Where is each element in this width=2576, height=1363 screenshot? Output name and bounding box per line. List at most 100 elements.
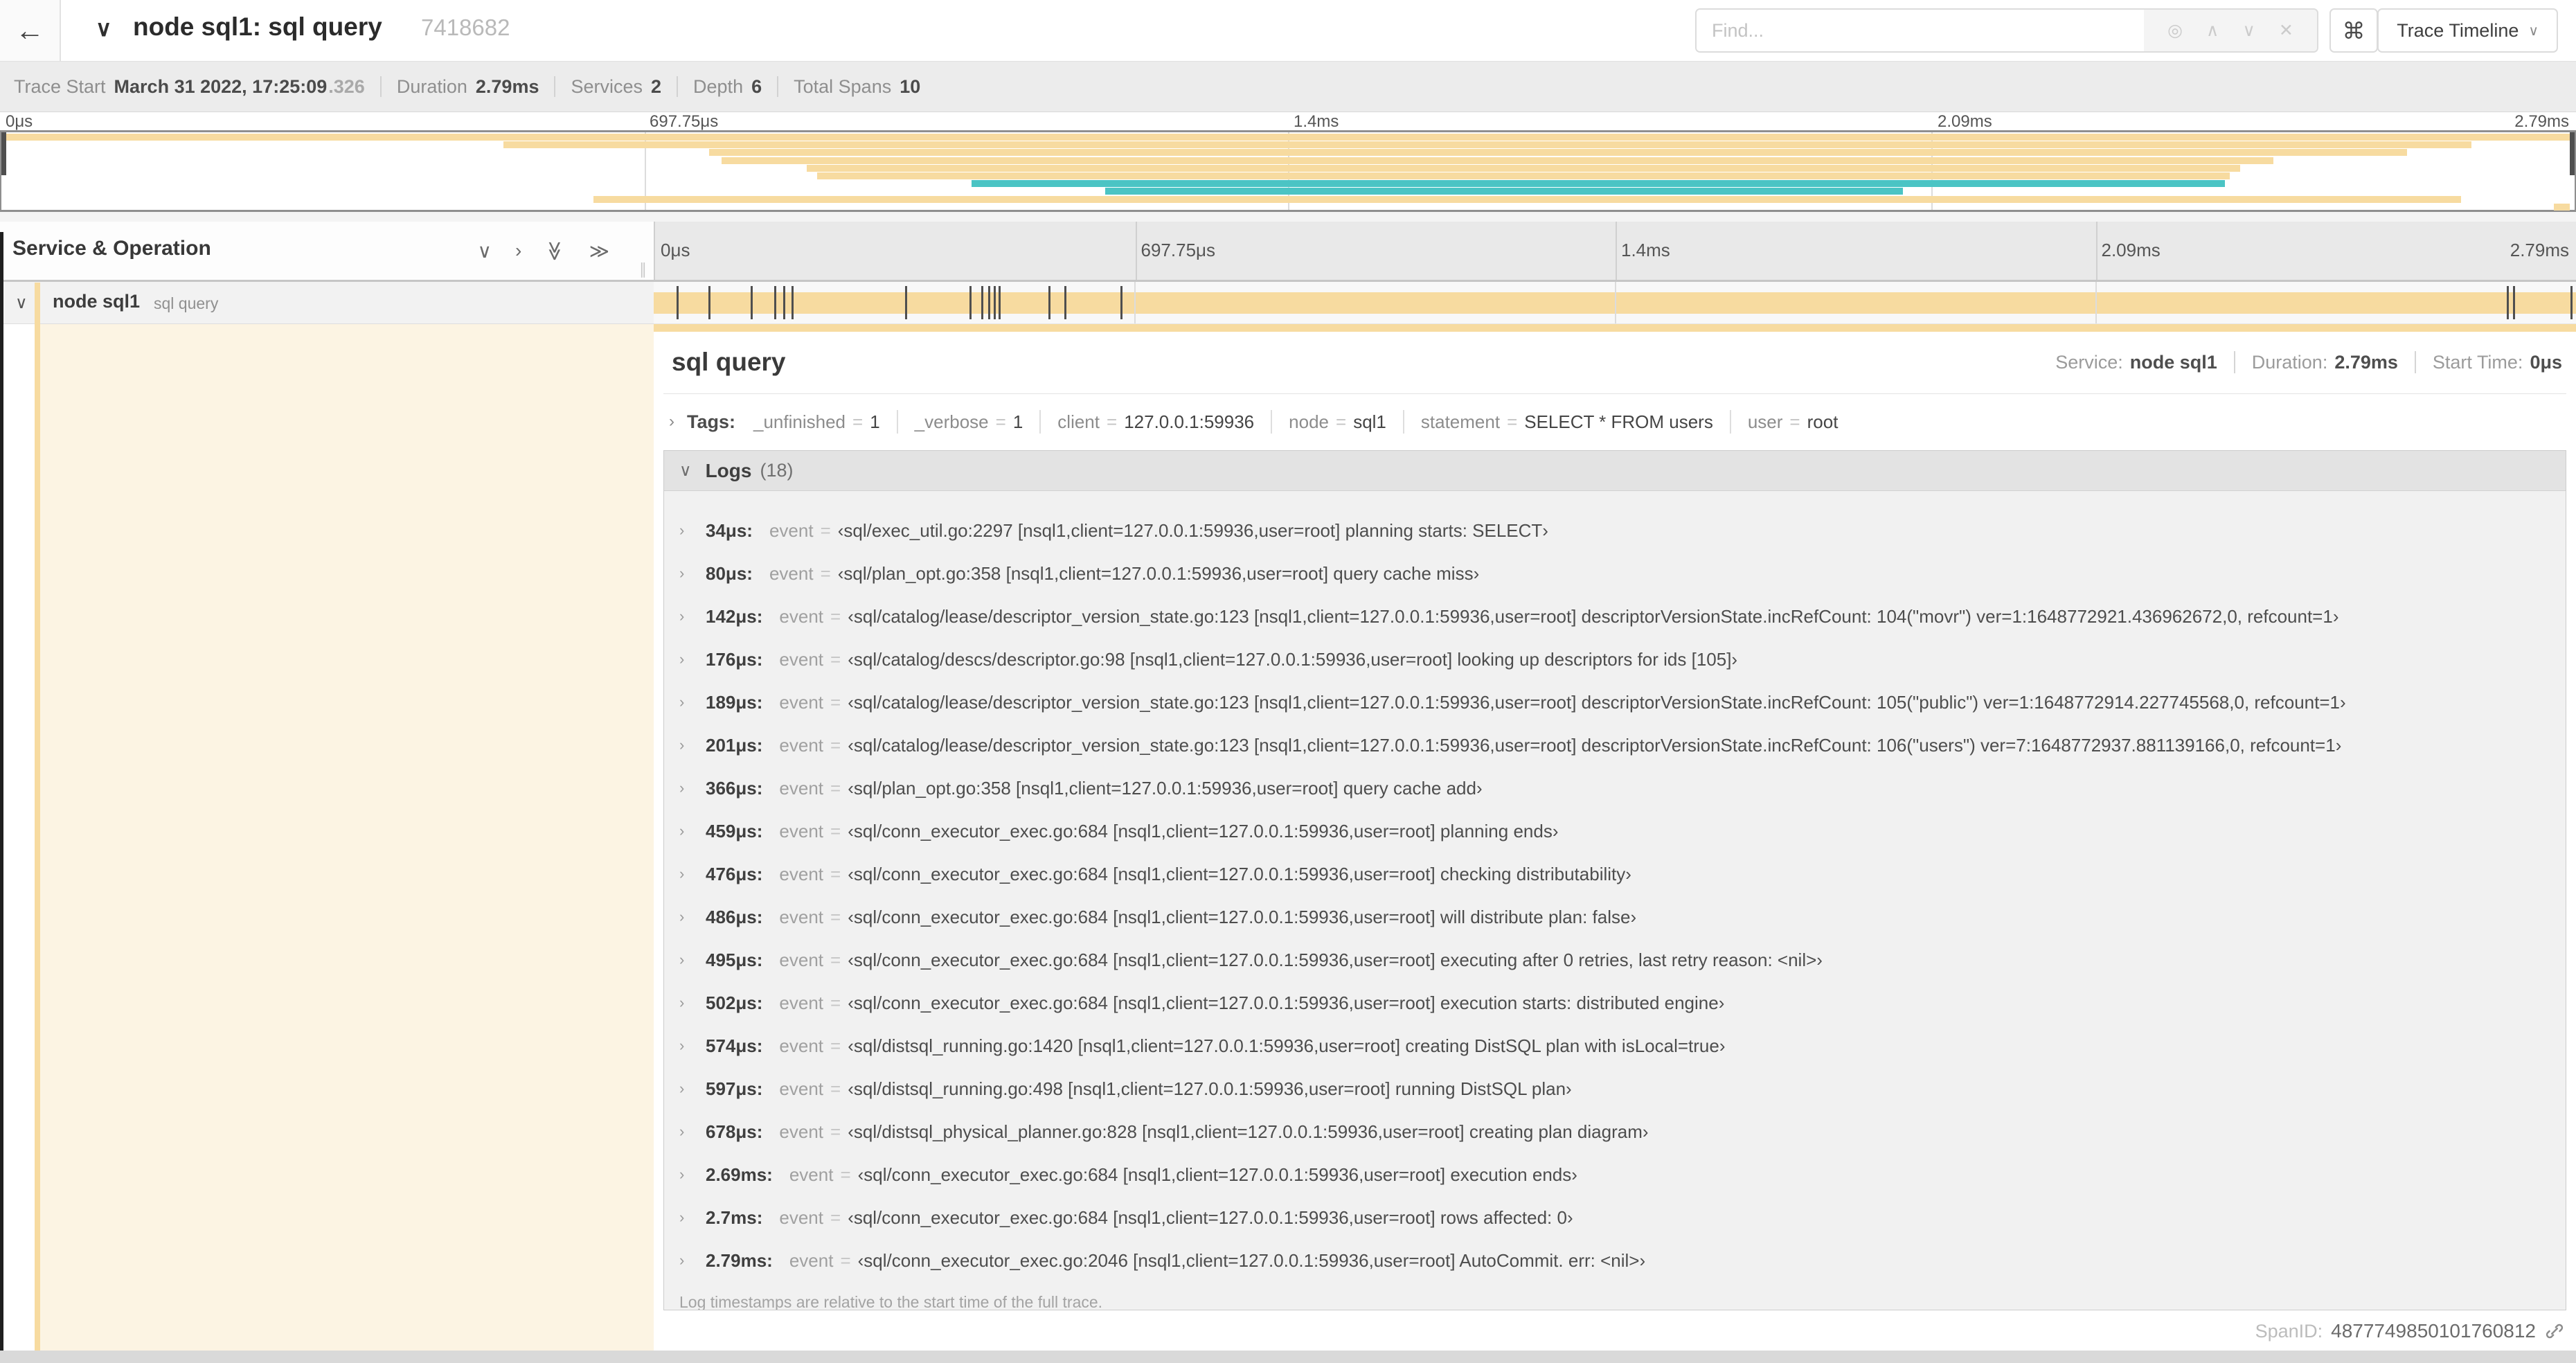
log-entry-row[interactable]: › 502μs: event = ‹sql/conn_executor_exec.go:… xyxy=(664,981,2566,1024)
divider xyxy=(2233,351,2235,373)
span-row-name-column[interactable]: ∨ node sql1 sql query xyxy=(0,282,654,324)
log-marker-tick[interactable] xyxy=(969,286,972,319)
log-marker-tick[interactable] xyxy=(987,286,990,319)
log-entry-row[interactable]: › 495μs: event = ‹sql/conn_executor_exec.go:… xyxy=(664,938,2566,981)
log-marker-tick[interactable] xyxy=(2570,286,2573,319)
log-expand-chevron-icon[interactable]: › xyxy=(679,951,706,969)
span-bar-track[interactable] xyxy=(654,282,2576,324)
minimap-span-bar xyxy=(593,195,2462,203)
log-entry-row[interactable]: › 201μs: event = ‹sql/catalog/lease/descript… xyxy=(664,724,2566,767)
tags-expand-chevron-icon[interactable]: › xyxy=(669,412,674,431)
tag-item[interactable]: _verbose = 1 xyxy=(915,411,1023,433)
log-marker-tick[interactable] xyxy=(708,286,710,319)
log-entry-row[interactable]: › 2.7ms: event = ‹sql/conn_executor_exec.go:… xyxy=(664,1196,2566,1239)
expand-one-icon[interactable]: › xyxy=(515,240,521,262)
log-entry-row[interactable]: › 597μs: event = ‹sql/distsql_running.go:498… xyxy=(664,1067,2566,1110)
logs-list: › 34μs: event = ‹sql/exec_util.go:2297 [nsql… xyxy=(664,491,2566,1310)
log-marker-tick[interactable] xyxy=(999,286,1001,319)
log-expand-chevron-icon[interactable]: › xyxy=(679,693,706,711)
next-match-icon[interactable]: ∨ xyxy=(2242,20,2255,41)
log-entry-row[interactable]: › 80μs: event = ‹sql/plan_opt.go:358 [nsql1,… xyxy=(664,552,2566,595)
match-target-icon[interactable]: ◎ xyxy=(2167,20,2183,41)
tag-item[interactable]: user = root xyxy=(1748,411,1839,433)
log-marker-tick[interactable] xyxy=(676,286,679,319)
log-expand-chevron-icon[interactable]: › xyxy=(679,607,706,625)
log-marker-tick[interactable] xyxy=(1064,286,1067,319)
trace-collapse-chevron-icon[interactable]: ∨ xyxy=(96,15,111,42)
log-field-value: ‹sql/conn_executor_exec.go:684 [nsql1,cl… xyxy=(848,949,1823,970)
log-entry-row[interactable]: › 2.69ms: event = ‹sql/conn_executor_exec.go… xyxy=(664,1153,2566,1196)
logs-header[interactable]: ∨ Logs (18) xyxy=(664,451,2566,491)
log-entry-row[interactable]: › 142μs: event = ‹sql/catalog/lease/descript… xyxy=(664,595,2566,638)
log-marker-tick[interactable] xyxy=(2506,286,2509,319)
log-marker-tick[interactable] xyxy=(1120,286,1122,319)
log-field-value: ‹sql/conn_executor_exec.go:684 [nsql1,cl… xyxy=(848,863,1631,884)
tag-item[interactable]: statement = SELECT * FROM users xyxy=(1421,411,1713,433)
log-marker-tick[interactable] xyxy=(905,286,908,319)
minimap-canvas[interactable] xyxy=(0,130,2576,212)
log-expand-chevron-icon[interactable]: › xyxy=(679,1037,706,1055)
log-marker-tick[interactable] xyxy=(2513,286,2516,319)
log-entry-row[interactable]: › 476μs: event = ‹sql/conn_executor_exec.go:… xyxy=(664,853,2566,896)
log-timestamp: 476μs: xyxy=(706,863,763,884)
log-expand-chevron-icon[interactable]: › xyxy=(679,1123,706,1141)
trace-view-selector[interactable]: Trace Timeline ∨ xyxy=(2377,8,2558,53)
log-entry-row[interactable]: › 34μs: event = ‹sql/exec_util.go:2297 [nsql… xyxy=(664,509,2566,552)
log-expand-chevron-icon[interactable]: › xyxy=(679,736,706,754)
log-expand-chevron-icon[interactable]: › xyxy=(679,564,706,582)
prev-match-icon[interactable]: ∧ xyxy=(2206,20,2219,41)
divider xyxy=(663,393,2566,394)
equals-sign: = xyxy=(830,734,841,756)
log-expand-chevron-icon[interactable]: › xyxy=(679,650,706,668)
log-entry-row[interactable]: › 486μs: event = ‹sql/conn_executor_exec.go:… xyxy=(664,896,2566,938)
logs-collapse-chevron-icon[interactable]: ∨ xyxy=(679,461,692,481)
tags-row[interactable]: › Tags: _unfinished = 1 _verbose = 1 client = 12… xyxy=(669,402,2562,442)
minimap-span-bar xyxy=(1,134,2575,141)
log-entry-row[interactable]: › 2.79ms: event = ‹sql/conn_executor_exec.go… xyxy=(664,1239,2566,1282)
log-marker-tick[interactable] xyxy=(774,286,777,319)
log-expand-chevron-icon[interactable]: › xyxy=(679,1251,706,1270)
total-spans-value: 10 xyxy=(900,75,921,97)
log-expand-chevron-icon[interactable]: › xyxy=(679,1080,706,1098)
tag-item[interactable]: client = 127.0.0.1:59936 xyxy=(1057,411,1254,433)
column-resize-grip[interactable]: ∥ xyxy=(639,260,647,278)
log-expand-chevron-icon[interactable]: › xyxy=(679,994,706,1012)
log-entry-row[interactable]: › 366μs: event = ‹sql/plan_opt.go:358 [nsql1… xyxy=(664,767,2566,810)
bottom-scrollbar-track[interactable] xyxy=(0,1351,2576,1363)
log-entry-row[interactable]: › 574μs: event = ‹sql/distsql_running.go:142… xyxy=(664,1024,2566,1067)
log-entry-row[interactable]: › 189μs: event = ‹sql/catalog/lease/descript… xyxy=(664,681,2566,724)
span-row[interactable]: ∨ node sql1 sql query xyxy=(0,282,2576,324)
collapse-one-icon[interactable]: ∨ xyxy=(478,240,492,262)
deep-link-icon[interactable] xyxy=(2544,1321,2565,1342)
log-expand-chevron-icon[interactable]: › xyxy=(679,865,706,883)
log-marker-tick[interactable] xyxy=(791,286,794,319)
divider xyxy=(2414,351,2416,373)
expand-all-icon[interactable]: ≫ xyxy=(589,240,609,262)
tag-item[interactable]: _unfinished = 1 xyxy=(753,411,880,433)
log-expand-chevron-icon[interactable]: › xyxy=(679,779,706,797)
log-marker-tick[interactable] xyxy=(981,286,983,319)
log-marker-tick[interactable] xyxy=(994,286,996,319)
minimap-right-handle[interactable] xyxy=(2570,132,2575,175)
log-entry-row[interactable]: › 176μs: event = ‹sql/catalog/descs/descript… xyxy=(664,638,2566,681)
minimap-left-handle[interactable] xyxy=(1,132,6,175)
log-expand-chevron-icon[interactable]: › xyxy=(679,908,706,926)
log-marker-tick[interactable] xyxy=(782,286,785,319)
log-expand-chevron-icon[interactable]: › xyxy=(679,822,706,840)
clear-search-icon[interactable]: ✕ xyxy=(2279,20,2293,41)
tag-item[interactable]: node = sql1 xyxy=(1289,411,1386,433)
span-collapse-chevron-icon[interactable]: ∨ xyxy=(15,293,28,313)
log-expand-chevron-icon[interactable]: › xyxy=(679,522,706,540)
keyboard-shortcuts-button[interactable]: ⌘ xyxy=(2329,8,2378,53)
tag-value: root xyxy=(1807,411,1839,432)
back-button[interactable]: ← xyxy=(0,0,61,61)
collapse-all-icon[interactable]: ≫ xyxy=(544,241,567,261)
log-marker-tick[interactable] xyxy=(751,286,753,319)
find-input[interactable] xyxy=(1697,10,2144,51)
log-entry-row[interactable]: › 459μs: event = ‹sql/conn_executor_exec.go:… xyxy=(664,810,2566,853)
log-marker-tick[interactable] xyxy=(1048,286,1051,319)
log-entry-row[interactable]: › 678μs: event = ‹sql/distsql_physical_plann… xyxy=(664,1110,2566,1153)
log-expand-chevron-icon[interactable]: › xyxy=(679,1209,706,1227)
log-expand-chevron-icon[interactable]: › xyxy=(679,1166,706,1184)
equals-sign: = xyxy=(830,1206,841,1228)
